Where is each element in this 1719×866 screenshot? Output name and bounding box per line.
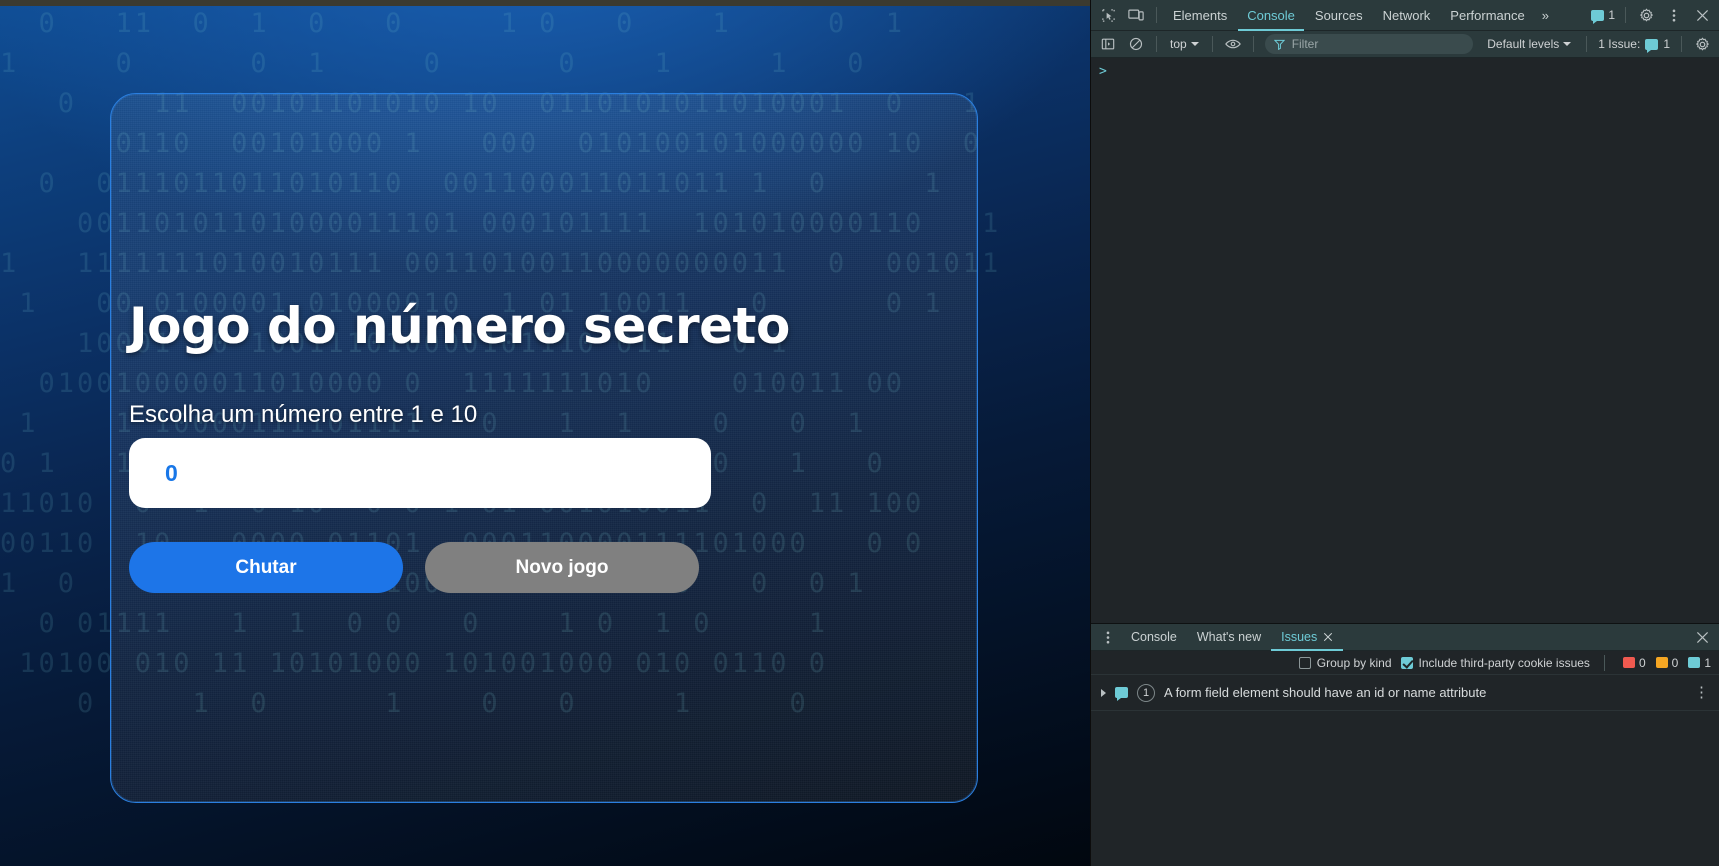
chevron-down-icon-levels — [1563, 42, 1572, 46]
console-toolbar-divider-4 — [1586, 36, 1588, 52]
tab-elements[interactable]: Elements — [1164, 0, 1236, 31]
drawer-tab-bar: Console What's new Issues — [1091, 624, 1719, 651]
execution-context-selector[interactable]: top — [1164, 34, 1205, 54]
third-party-cookies-checkbox[interactable]: Include third-party cookie issues — [1400, 655, 1590, 670]
console-prompt-caret: > — [1099, 64, 1107, 79]
toolbar-divider — [1156, 7, 1157, 23]
issue-text: A form field element should have an id o… — [1164, 685, 1487, 700]
web-page-viewport: 0 11 0 1 0 0 1 0 0 1 0 11 0 0 1 0 0 1 1 … — [0, 0, 1090, 866]
issue-type-icon — [1115, 687, 1128, 701]
info-badge: 1 — [1688, 656, 1711, 670]
error-count: 0 — [1638, 655, 1646, 670]
group-by-kind-label: Group by kind — [1316, 655, 1392, 670]
close-icon-drawer[interactable] — [1689, 625, 1715, 649]
sidebar-toggle-icon[interactable] — [1095, 32, 1121, 56]
execution-context-label: top — [1170, 37, 1187, 51]
gear-icon-console[interactable] — [1689, 32, 1715, 56]
drawer-tab-console[interactable]: Console — [1121, 624, 1187, 651]
toolbar-divider-2 — [1625, 7, 1626, 23]
third-party-label: Include third-party cookie issues — [1418, 655, 1590, 670]
tab-performance[interactable]: Performance — [1441, 0, 1533, 31]
message-count-label: 1 — [1608, 8, 1615, 22]
error-icon — [1622, 657, 1635, 668]
tab-sources[interactable]: Sources — [1306, 0, 1372, 31]
close-icon[interactable] — [1689, 3, 1715, 27]
console-output[interactable]: > — [1091, 58, 1719, 623]
error-badge: 0 — [1622, 655, 1646, 670]
drawer-tab-whats-new[interactable]: What's new — [1187, 624, 1271, 651]
device-toolbar-icon[interactable] — [1123, 3, 1149, 27]
live-expression-icon[interactable] — [1220, 32, 1246, 56]
close-icon-issues-tab — [1324, 632, 1333, 642]
drawer-tab-issues-label: Issues — [1281, 630, 1318, 644]
issue-message-icon — [1645, 38, 1659, 53]
info-count: 1 — [1704, 655, 1711, 670]
warning-icon — [1655, 657, 1668, 668]
group-by-kind-checkbox[interactable]: Group by kind — [1298, 655, 1392, 670]
console-prompt[interactable]: > — [1091, 58, 1719, 85]
issues-bar-divider — [1603, 654, 1605, 671]
warning-badge: 0 — [1655, 655, 1679, 670]
issues-filter-bar: Group by kind Include third-party cookie… — [1091, 651, 1719, 675]
checkbox-unchecked-icon — [1298, 656, 1311, 669]
warning-count: 0 — [1671, 655, 1679, 670]
tab-network[interactable]: Network — [1374, 0, 1440, 31]
issues-summary-label: 1 Issue: — [1598, 37, 1641, 51]
inspect-icon[interactable] — [1095, 3, 1121, 27]
guess-button[interactable]: Chutar — [129, 542, 403, 593]
console-toolbar-divider-3 — [1252, 36, 1254, 52]
new-game-button[interactable]: Novo jogo — [425, 542, 699, 593]
console-toolbar-divider-5 — [1681, 36, 1682, 52]
devtools-main-toolbar: Elements Console Sources Network Perform… — [1091, 0, 1719, 31]
chevron-down-icon — [1190, 42, 1199, 46]
issue-list-item[interactable]: 1 A form field element should have an id… — [1091, 675, 1719, 711]
game-instructions: Escolha um número entre 1 e 10 — [129, 401, 478, 428]
game-card-content: Jogo do número secreto Escolha um número… — [111, 94, 977, 802]
log-levels-label: Default levels — [1487, 37, 1560, 51]
clear-console-icon[interactable] — [1123, 32, 1149, 56]
info-icon — [1688, 657, 1701, 668]
checkbox-checked-icon — [1400, 656, 1413, 669]
console-toolbar: top Filter Default levels 1 Issue: 1 — [1091, 31, 1719, 58]
log-levels-selector[interactable]: Default levels — [1479, 37, 1579, 51]
issues-summary[interactable]: 1 Issue: 1 — [1594, 37, 1674, 53]
game-card: Jogo do número secreto Escolha um número… — [110, 93, 978, 803]
filter-placeholder: Filter — [1291, 37, 1319, 51]
gear-icon[interactable] — [1633, 3, 1659, 27]
filter-icon — [1273, 39, 1285, 50]
more-tabs-icon[interactable]: » — [1536, 0, 1555, 31]
console-toolbar-divider — [1156, 36, 1157, 52]
issue-count-pill: 1 — [1137, 683, 1155, 702]
tab-console[interactable]: Console — [1238, 0, 1304, 31]
console-toolbar-divider-2 — [1211, 36, 1213, 52]
message-icon — [1591, 9, 1605, 24]
drawer-tab-issues[interactable]: Issues — [1271, 624, 1343, 651]
guess-input[interactable] — [129, 438, 711, 508]
issue-kebab-icon[interactable]: ⋮ — [1694, 685, 1709, 700]
kebab-icon[interactable] — [1661, 3, 1687, 27]
console-message-count[interactable]: 1 — [1588, 8, 1618, 24]
issues-summary-count: 1 — [1663, 37, 1670, 51]
filter-input[interactable]: Filter — [1264, 34, 1474, 54]
devtools-panel: Elements Console Sources Network Perform… — [1090, 0, 1719, 866]
drawer-kebab-icon[interactable] — [1095, 625, 1121, 649]
expand-triangle-icon[interactable] — [1101, 688, 1106, 697]
devtools-drawer: Console What's new Issues Group by kind — [1091, 623, 1719, 866]
issue-badges: 0 0 1 — [1622, 655, 1711, 670]
page-title: Jogo do número secreto — [129, 297, 790, 355]
